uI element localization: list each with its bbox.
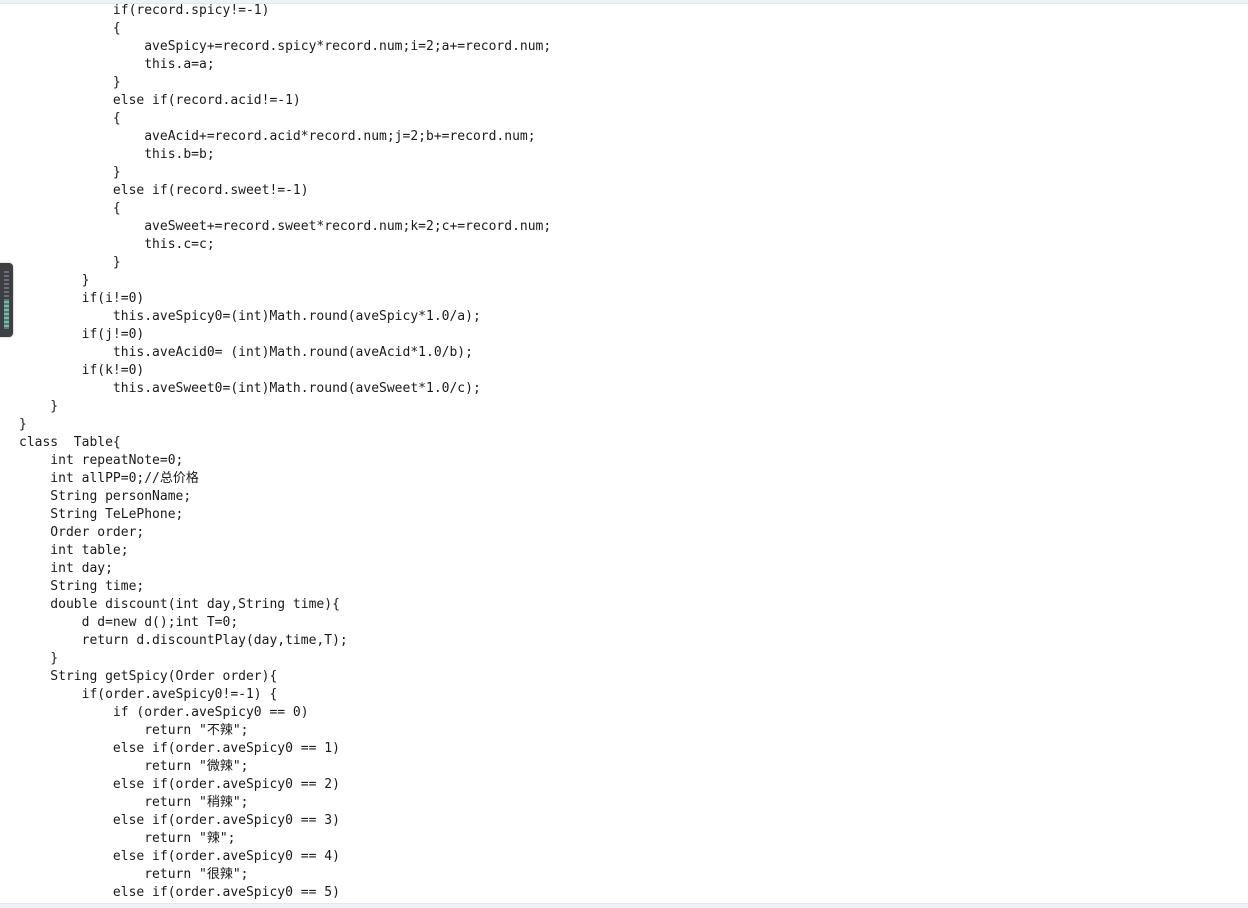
bottom-edge-bar	[0, 903, 1248, 908]
code-line: }	[19, 165, 121, 180]
code-line: }	[19, 75, 121, 90]
code-line: else if(record.acid!=-1)	[19, 93, 301, 108]
code-line: else if(order.aveSpicy0 == 2)	[19, 777, 340, 792]
code-line: }	[19, 273, 90, 288]
code-line: {	[19, 201, 121, 216]
code-line: return d.discountPlay(day,time,T);	[19, 633, 348, 648]
code-line: return "稍辣";	[19, 795, 249, 810]
code-line: }	[19, 255, 121, 270]
code-line: int table;	[19, 543, 129, 558]
code-line: else if(order.aveSpicy0 == 4)	[19, 849, 340, 864]
side-widget-handle[interactable]	[0, 263, 13, 337]
code-viewer[interactable]: if(record.spicy!=-1) { aveSpicy+=record.…	[19, 2, 1239, 902]
code-line: return "不辣";	[19, 723, 249, 738]
code-line: if(record.spicy!=-1)	[19, 3, 270, 18]
code-line: this.a=a;	[19, 57, 215, 72]
code-line: }	[19, 417, 27, 432]
code-line: Order order;	[19, 525, 145, 540]
code-line: }	[19, 651, 59, 666]
code-line: class Table{	[19, 435, 121, 450]
code-line: this.b=b;	[19, 147, 215, 162]
code-line: aveAcid+=record.acid*record.num;j=2;b+=r…	[19, 129, 536, 144]
code-line: String personName;	[19, 489, 192, 504]
code-line: int day;	[19, 561, 113, 576]
code-line: return "很辣";	[19, 867, 249, 882]
code-line: d d=new d();int T=0;	[19, 615, 239, 630]
code-line: {	[19, 111, 121, 126]
code-line: int allPP=0;//总价格	[19, 471, 199, 486]
code-line: if(j!=0)	[19, 327, 145, 342]
code-line: int repeatNote=0;	[19, 453, 184, 468]
code-line: {	[19, 21, 121, 36]
audio-level-meter-fill	[4, 301, 9, 329]
code-line: else if(order.aveSpicy0 == 1)	[19, 741, 340, 756]
code-line: this.aveSpicy0=(int)Math.round(aveSpicy*…	[19, 309, 481, 324]
code-line: if(order.aveSpicy0!=-1) {	[19, 687, 278, 702]
code-line: this.c=c;	[19, 237, 215, 252]
code-line: aveSpicy+=record.spicy*record.num;i=2;a+…	[19, 39, 552, 54]
code-line: if(k!=0)	[19, 363, 145, 378]
code-line: if(i!=0)	[19, 291, 145, 306]
code-line: aveSweet+=record.sweet*record.num;k=2;c+…	[19, 219, 552, 234]
code-line: else if(order.aveSpicy0 == 3)	[19, 813, 340, 828]
code-line: String getSpicy(Order order){	[19, 669, 278, 684]
code-line: String TeLePhone;	[19, 507, 184, 522]
code-line: this.aveSweet0=(int)Math.round(aveSweet*…	[19, 381, 481, 396]
code-line: return "微辣";	[19, 759, 249, 774]
code-line: return "辣";	[19, 831, 236, 846]
code-line: String time;	[19, 579, 145, 594]
code-line: double discount(int day,String time){	[19, 597, 340, 612]
code-line: if (order.aveSpicy0 == 0)	[19, 705, 309, 720]
code-line: this.aveAcid0= (int)Math.round(aveAcid*1…	[19, 345, 473, 360]
code-line: else if(record.sweet!=-1)	[19, 183, 309, 198]
code-line: else if(order.aveSpicy0 == 5)	[19, 885, 340, 900]
code-line: }	[19, 399, 59, 414]
